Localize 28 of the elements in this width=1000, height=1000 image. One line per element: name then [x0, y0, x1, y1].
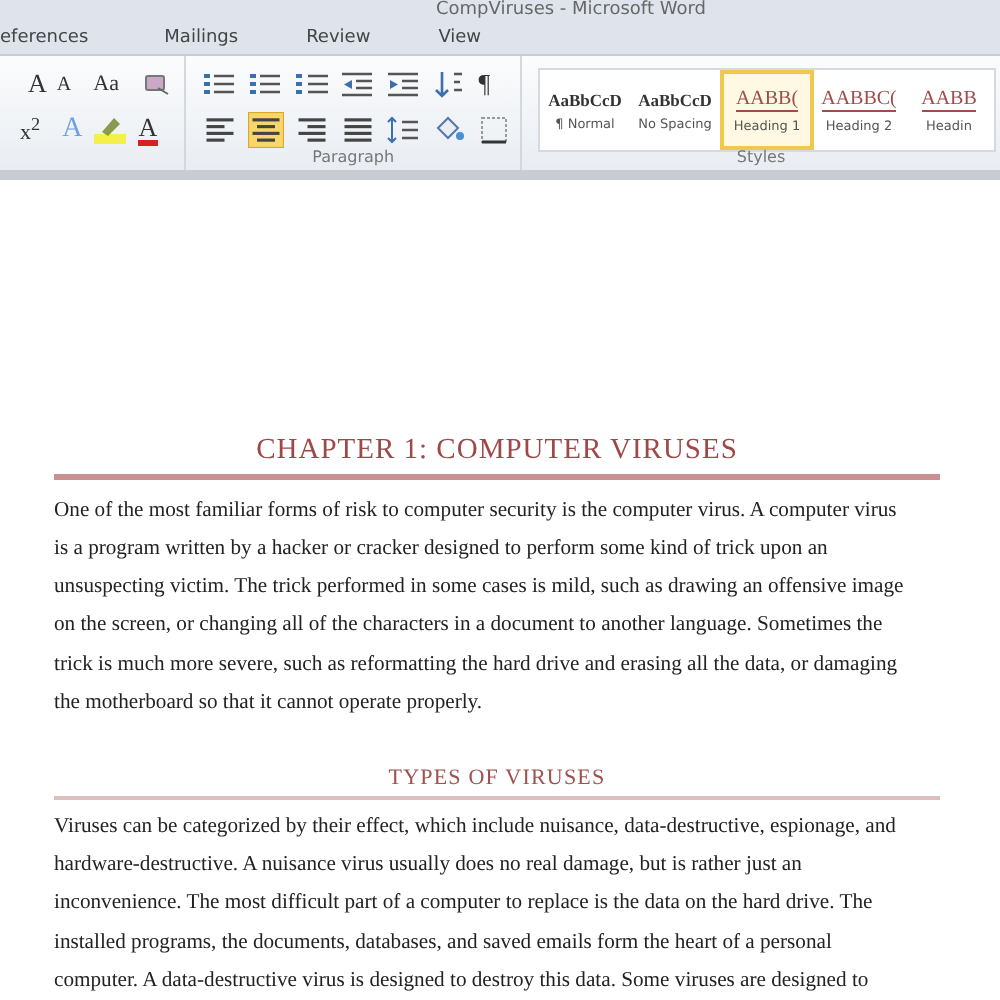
window-title: CompViruses - Microsoft Word	[436, 0, 708, 22]
group-label: Paragraph	[312, 148, 395, 167]
body-paragraph: Viruses can be categorized by their effect, which include nuisance, data-destructive, espionage, and hardware-destructive. A nuisance virus usually does no real damage, but is rather just an inconvenience. The most difficult part of a computer to replace is the data on the hard drive. The installed programs, the documents, databases, and saved emails form the heart of a personal computer. A data-destructive virus is designed to destroy this data. Some viruses are designed to	[54, 813, 898, 996]
outdent-icon[interactable]	[340, 68, 377, 101]
align-center-button[interactable]	[248, 112, 285, 149]
ribbon-tab[interactable]: Review	[286, 28, 391, 49]
superscript-button[interactable]: x$^{2}$	[20, 114, 41, 146]
body-paragraph: One of the most familiar forms of risk to computer security is the computer virus. A computer virus is a program written by a hacker or cracker designed to perform some kind of trick upon an unsuspecting victim. The trick performed in some cases is mild, such as drawing an offensive image on the screen, or changing all of the characters in a document to another language. Sometimes the trick is much more severe, such as reformatting the hard drive and erasing all the data, or damaging the motherboard so that it cannot operate properly.	[54, 497, 906, 718]
grow-font-button[interactable]: A	[28, 68, 47, 101]
show-marks-button[interactable]: ¶	[478, 68, 491, 101]
group-label: Styles	[736, 148, 786, 167]
ribbon-tab[interactable]: Mailings	[144, 28, 259, 49]
section-heading: TYPES OF VIRUSES	[54, 765, 940, 800]
highlighter-icon[interactable]	[92, 114, 129, 147]
style-preview: AABB(	[735, 87, 799, 112]
borders-icon[interactable]	[478, 114, 511, 147]
chapter-heading: CHAPTER 1: COMPUTER VIRUSES	[54, 433, 940, 480]
style-preview: AABB	[921, 87, 977, 112]
font-color-button[interactable]: A	[138, 114, 158, 147]
style-preview: AaBbCcD	[638, 89, 712, 110]
ribbon-tab[interactable]: View	[418, 28, 502, 49]
ribbon-tab[interactable]: eferences	[0, 28, 109, 49]
indent-icon[interactable]	[386, 68, 423, 101]
change-case-button[interactable]: Aa	[93, 72, 119, 97]
line-spacing-icon[interactable]	[386, 114, 423, 147]
shrink-font-button[interactable]: A	[56, 73, 72, 96]
style-preview: AaBbCcD	[548, 89, 622, 110]
style-preview: AABBC(	[821, 87, 897, 112]
